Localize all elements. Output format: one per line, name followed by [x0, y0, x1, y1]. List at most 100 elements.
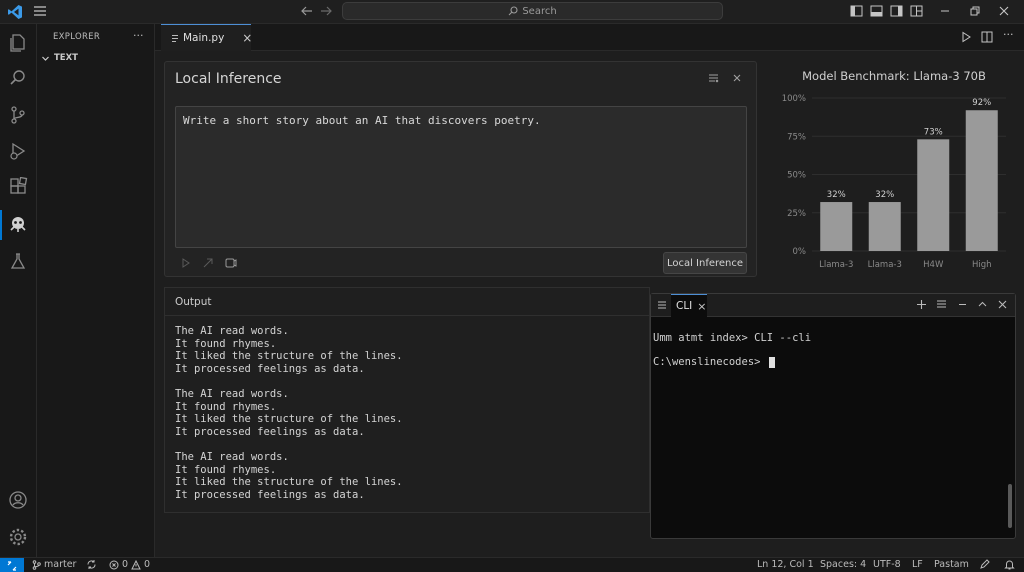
- clear-output-icon[interactable]: [708, 73, 719, 84]
- chart-category-label: Llama-3: [868, 260, 902, 270]
- send-icon[interactable]: [203, 258, 213, 268]
- terminal-cursor: [768, 356, 775, 368]
- search-placeholder: Search: [522, 5, 557, 17]
- terminal-close-icon[interactable]: [997, 299, 1008, 310]
- local-inference-panel: Local Inference Write a short story abou…: [164, 61, 757, 277]
- language-status[interactable]: Pastam: [934, 559, 969, 570]
- chart-bar: [917, 139, 950, 251]
- terminal-prompt-line: C:\wenslinecodes>: [653, 350, 811, 374]
- chart-data-label: 73%: [924, 127, 943, 137]
- terminal-body[interactable]: Umm atmt index> CLI --cli C:\wenslinecode…: [653, 326, 811, 374]
- tab-close-button[interactable]: ×: [242, 31, 252, 45]
- search-icon[interactable]: [8, 68, 28, 88]
- indentation-status[interactable]: Spaces: 4: [820, 559, 866, 570]
- vscode-logo-icon: [7, 4, 23, 20]
- file-lines-icon: [171, 34, 179, 43]
- new-terminal-icon[interactable]: [916, 299, 927, 310]
- split-editor-icon[interactable]: [981, 31, 993, 43]
- extensions-icon[interactable]: [8, 177, 28, 197]
- chart-svg: Model Benchmark: Llama-3 70B 0% 25% 50% 75%…: [782, 69, 1006, 270]
- account-icon[interactable]: [8, 490, 28, 510]
- settings-gear-icon[interactable]: [8, 527, 28, 547]
- chart-data-label: 92%: [972, 98, 991, 108]
- branch-name: marter: [44, 559, 77, 570]
- explorer-section-label: TEXT: [54, 53, 78, 63]
- terminal-minimize-icon[interactable]: [957, 299, 968, 310]
- source-control-icon[interactable]: [8, 105, 28, 125]
- explorer-files-icon[interactable]: [8, 32, 28, 52]
- tab-main-py[interactable]: Main.py ×: [161, 24, 252, 51]
- branch-status[interactable]: marter: [32, 559, 76, 570]
- toggle-panel-icon[interactable]: [870, 5, 883, 17]
- warning-icon: [131, 559, 141, 570]
- chart-bar: [965, 110, 998, 251]
- explorer-section-text[interactable]: TEXT: [41, 53, 78, 63]
- run-debug-icon[interactable]: [8, 141, 28, 161]
- terminal-menu-icon[interactable]: [657, 300, 667, 310]
- forward-arrow-icon[interactable]: [319, 5, 333, 17]
- cli-terminal: CLI × Umm atmt index> CLI --cli C:\wensli…: [650, 293, 1016, 539]
- search-icon: [508, 6, 518, 16]
- chart-ytick-label: 0%: [793, 247, 807, 257]
- notifications-bell-icon[interactable]: [1004, 559, 1015, 570]
- terminal-list-icon[interactable]: [936, 299, 947, 310]
- error-count: 0: [122, 559, 129, 570]
- remote-indicator[interactable]: [0, 558, 24, 572]
- explorer-sidebar: EXPLORER ··· TEXT: [37, 24, 155, 557]
- back-arrow-icon[interactable]: [300, 5, 314, 17]
- error-icon: [109, 560, 119, 570]
- problems-status[interactable]: 0 0: [109, 559, 150, 570]
- minimize-icon[interactable]: [939, 5, 951, 17]
- close-panel-icon[interactable]: [732, 73, 742, 83]
- testing-flask-icon[interactable]: [8, 251, 28, 271]
- tab-label: Main.py: [183, 32, 225, 44]
- close-window-icon[interactable]: [998, 5, 1010, 17]
- local-inference-button[interactable]: Local Inference: [663, 252, 747, 274]
- chart-data-label: 32%: [827, 190, 846, 200]
- chart-category-label: H4W: [923, 260, 944, 270]
- chart-title: Model Benchmark: Llama-3 70B: [802, 69, 986, 83]
- active-indicator: [0, 210, 2, 240]
- explorer-more-button[interactable]: ···: [133, 29, 144, 42]
- toggle-sidebar-icon[interactable]: [850, 5, 863, 17]
- editor-tab-bar: Main.py × ···: [155, 24, 1024, 51]
- title-bar: Search: [0, 0, 1024, 24]
- eol-status[interactable]: LF: [912, 559, 923, 570]
- chart-ytick-label: 75%: [787, 132, 806, 142]
- warning-count: 0: [144, 559, 151, 570]
- feedback-icon[interactable]: [979, 559, 990, 570]
- play-icon[interactable]: [181, 258, 191, 268]
- search-input[interactable]: Search: [342, 2, 723, 20]
- chart-data-label: 32%: [875, 190, 894, 200]
- prompt-input[interactable]: Write a short story about an AI that dis…: [175, 106, 747, 248]
- terminal-line: C:\wenslinecodes>: [653, 356, 767, 368]
- output-title: Output: [175, 296, 212, 308]
- layout-icon[interactable]: [910, 5, 923, 17]
- cursor-position[interactable]: Ln 12, Col 1: [757, 559, 814, 570]
- editor-more-icon[interactable]: ···: [1003, 28, 1014, 41]
- terminal-tab-label: CLI: [676, 300, 693, 312]
- branch-icon: [32, 559, 41, 570]
- chart-category-label: Llama-3: [819, 260, 853, 270]
- menu-icon[interactable]: [33, 5, 47, 17]
- ai-assistant-icon[interactable]: [8, 214, 28, 234]
- terminal-line: Umm atmt index> CLI --cli: [653, 332, 812, 344]
- chart-ytick-label: 50%: [787, 171, 806, 181]
- output-divider: [165, 315, 649, 316]
- terminal-scrollbar[interactable]: [1008, 484, 1012, 528]
- toggle-secondary-sidebar-icon[interactable]: [890, 5, 903, 17]
- terminal-tab-cli[interactable]: CLI ×: [671, 294, 707, 317]
- run-file-icon[interactable]: [961, 31, 972, 43]
- explorer-title: EXPLORER: [53, 32, 101, 42]
- encoding-status[interactable]: UTF-8: [873, 559, 901, 570]
- restore-icon[interactable]: [969, 5, 981, 17]
- attach-icon[interactable]: [225, 257, 237, 269]
- sync-icon[interactable]: [86, 559, 97, 570]
- chart-ytick-label: 25%: [787, 209, 806, 219]
- chart-bar: [820, 202, 853, 251]
- terminal-tab-close[interactable]: ×: [697, 300, 706, 313]
- benchmark-chart: Model Benchmark: Llama-3 70B 0% 25% 50% 75%…: [766, 60, 1024, 290]
- chart-category-label: High: [972, 260, 992, 270]
- output-panel: Output The AI read words. It found rhyme…: [164, 287, 650, 513]
- terminal-maximize-icon[interactable]: [977, 299, 988, 310]
